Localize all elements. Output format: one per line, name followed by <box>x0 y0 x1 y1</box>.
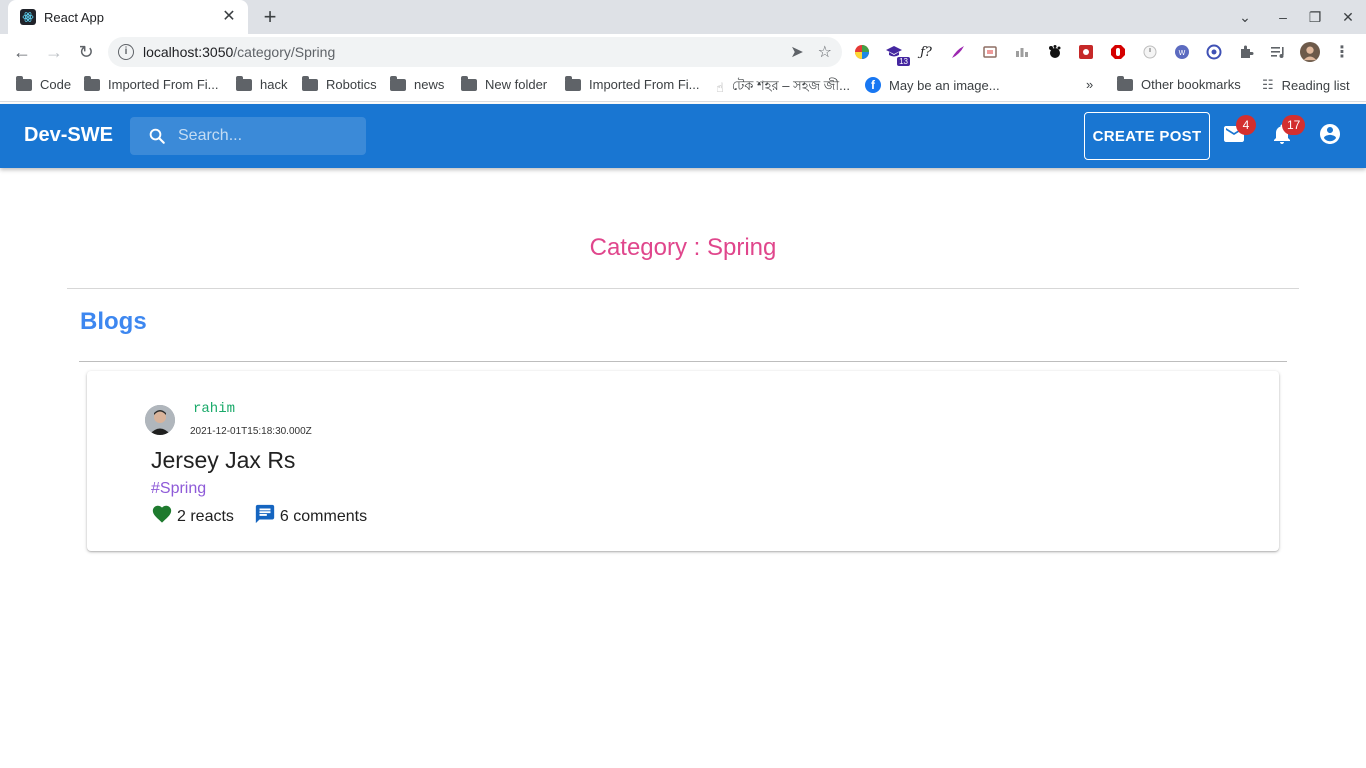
app-bar: Dev-SWE CREATE POST 4 17 <box>0 104 1366 168</box>
other-bookmarks[interactable]: Other bookmarks <box>1117 75 1241 92</box>
tab-title: React App <box>44 9 104 25</box>
minimize-icon[interactable]: – <box>1270 6 1296 28</box>
comments-button[interactable]: 6 comments <box>254 503 367 530</box>
extension-badge: 13 <box>897 57 910 66</box>
divider <box>79 361 1287 362</box>
author-name[interactable]: rahim <box>193 401 235 417</box>
red-square-extension-icon[interactable] <box>1076 42 1096 62</box>
facebook-icon: f <box>865 77 881 93</box>
bookmark-folder[interactable]: Code <box>16 75 71 92</box>
function-extension-icon[interactable]: ƒ? <box>916 42 936 62</box>
folder-icon <box>390 75 406 91</box>
screenshot-extension-icon[interactable] <box>980 42 1000 62</box>
chrome-menu-icon[interactable]: ⋮ <box>1332 42 1352 62</box>
comments-count: 6 comments <box>279 507 368 525</box>
puzzle-extensions-icon[interactable] <box>1236 42 1256 62</box>
browser-tab[interactable]: React App ✕ <box>8 0 248 34</box>
feather-extension-icon[interactable] <box>948 42 968 62</box>
bookmark-link[interactable]: f May be an image... <box>865 77 1000 93</box>
post-tag[interactable]: #Spring <box>151 480 206 498</box>
new-tab-icon[interactable]: + <box>258 6 282 30</box>
search-icon <box>148 127 166 145</box>
profile-avatar-icon[interactable] <box>1300 42 1320 62</box>
gnome-extension-icon[interactable] <box>1044 42 1064 62</box>
post-title[interactable]: Jersey Jax Rs <box>151 447 295 474</box>
search-input[interactable] <box>178 127 348 145</box>
account-circle-icon <box>1318 122 1342 151</box>
mail-badge: 4 <box>1236 115 1256 135</box>
svg-text:W: W <box>1179 49 1186 57</box>
url-host: localhost:3050 <box>143 44 234 60</box>
browser-toolbar: ← → ↻ i localhost:3050/category/Spring ➤… <box>0 34 1366 70</box>
bookmark-folder[interactable]: news <box>390 75 444 92</box>
folder-icon <box>236 75 252 91</box>
site-favicon-icon: ☝ <box>716 79 724 95</box>
account-button[interactable] <box>1314 120 1346 152</box>
more-bookmarks-icon[interactable]: » <box>1086 77 1093 92</box>
timer-extension-icon[interactable] <box>1140 42 1160 62</box>
close-window-icon[interactable]: ✕ <box>1335 6 1361 28</box>
folder-icon <box>565 75 581 91</box>
wp-extension-icon[interactable]: W <box>1172 42 1192 62</box>
bookmark-folder[interactable]: Robotics <box>302 75 377 92</box>
heart-icon <box>151 503 177 530</box>
color-wheel-extension-icon[interactable] <box>852 42 872 62</box>
bookmark-folder[interactable]: New folder <box>461 75 547 92</box>
media-control-icon[interactable] <box>1268 42 1288 62</box>
folder-icon <box>302 75 318 91</box>
mail-button[interactable]: 4 <box>1218 115 1256 152</box>
reading-list-icon: ☷ <box>1262 77 1274 92</box>
search-box <box>130 117 366 155</box>
reacts-count: 2 reacts <box>177 507 234 525</box>
extensions-row: 13 ƒ? W ⋮ <box>852 42 1352 66</box>
blogs-heading: Blogs <box>80 308 147 335</box>
folder-icon <box>16 75 32 91</box>
post-meta: 2 reacts 6 comments <box>151 503 387 530</box>
create-post-button[interactable]: CREATE POST <box>1084 112 1210 160</box>
react-logo-icon <box>20 9 36 25</box>
site-info-icon[interactable]: i <box>118 44 134 60</box>
bookmark-folder[interactable]: hack <box>236 75 287 92</box>
bookmark-folder[interactable]: Imported From Fi... <box>565 75 700 92</box>
author-avatar[interactable] <box>145 405 175 435</box>
graduation-cap-extension-icon[interactable]: 13 <box>884 42 910 66</box>
forward-icon[interactable]: → <box>42 40 66 64</box>
reload-icon[interactable]: ↻ <box>74 40 98 64</box>
category-title: Category : Spring <box>589 234 777 261</box>
bookmark-star-icon[interactable]: ☆ <box>818 42 832 62</box>
folder-icon <box>1117 75 1133 91</box>
tab-search-icon[interactable]: ⌄ <box>1232 6 1258 28</box>
back-icon[interactable]: ← <box>10 40 34 64</box>
divider <box>67 288 1299 289</box>
browser-tabstrip: React App ✕ + ⌄ – ❐ ✕ <box>0 0 1366 34</box>
folder-icon <box>84 75 100 91</box>
folder-icon <box>461 75 477 91</box>
reacts-button[interactable]: 2 reacts <box>151 503 234 530</box>
post-card[interactable]: rahim 2021-12-01T15:18:30.000Z Jersey Ja… <box>87 371 1279 551</box>
bookmark-folder[interactable]: Imported From Fi... <box>84 75 219 92</box>
close-tab-icon[interactable]: ✕ <box>220 8 238 26</box>
address-bar[interactable]: i localhost:3050/category/Spring ➤ ☆ <box>108 37 842 67</box>
bookmarks-bar: Code Imported From Fi... hack Robotics n… <box>0 70 1366 102</box>
post-date: 2021-12-01T15:18:30.000Z <box>190 426 312 437</box>
restore-icon[interactable]: ❐ <box>1302 6 1328 28</box>
send-icon[interactable]: ➤ <box>790 42 803 62</box>
comment-icon <box>254 503 280 530</box>
notifications-badge: 17 <box>1282 115 1306 135</box>
reading-list[interactable]: ☷ Reading list <box>1262 77 1350 93</box>
notifications-button[interactable]: 17 <box>1266 115 1306 152</box>
bars-extension-icon[interactable] <box>1012 42 1032 62</box>
url-path: /category/Spring <box>233 44 336 60</box>
stop-hand-extension-icon[interactable] <box>1108 42 1128 62</box>
aperture-extension-icon[interactable] <box>1204 42 1224 62</box>
bookmark-link[interactable]: ☝ টেক শহর – সহজ জী... <box>716 77 850 98</box>
brand-logo[interactable]: Dev-SWE <box>24 124 113 147</box>
